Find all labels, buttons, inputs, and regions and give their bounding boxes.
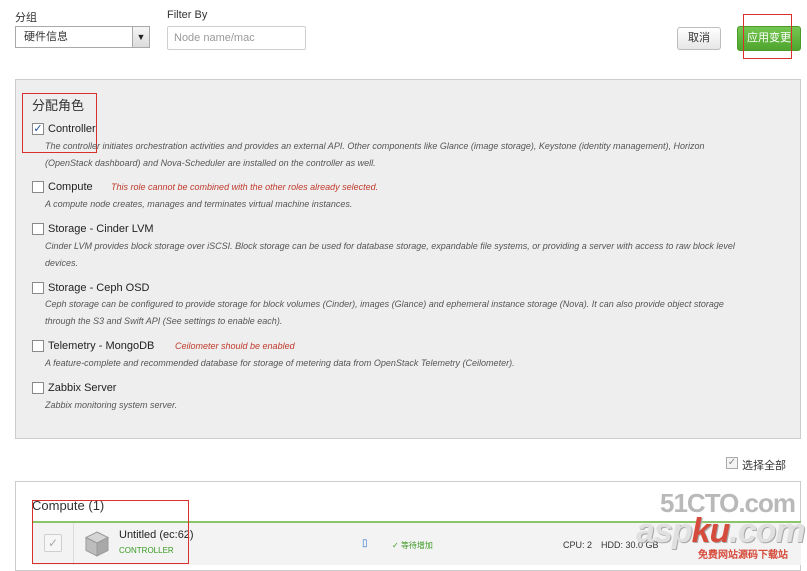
filter-input[interactable] (167, 26, 306, 50)
chevron-down-icon[interactable]: ▼ (132, 27, 149, 47)
group-select-value: 硬件信息 (24, 31, 68, 43)
group-select[interactable]: 硬件信息 ▼ (15, 26, 150, 48)
cancel-button[interactable]: 取消 (677, 27, 721, 50)
watermark-tagline: 免费网站源码下载站 (698, 550, 788, 561)
node-status: ✓ 等待增加 (392, 541, 433, 550)
role-name-controller: Controller (48, 123, 96, 135)
role-warning-telemetry: Ceilometer should be enabled (175, 341, 295, 351)
highlight-box-node (32, 500, 189, 564)
role-checkbox-controller[interactable]: ✓ (32, 123, 44, 135)
node-cpu: CPU: 2 (563, 540, 593, 550)
status-check-icon: ✓ (392, 541, 401, 550)
role-name-telemetry: Telemetry - MongoDB (48, 340, 155, 352)
highlight-box-apply (743, 14, 792, 59)
role-desc-controller: The controller initiates orchestration a… (45, 141, 705, 168)
role-desc-telemetry: A feature-complete and recommended datab… (45, 358, 515, 368)
select-all-label[interactable]: 选择全部 (742, 457, 786, 473)
filter-label: Filter By (167, 9, 208, 21)
role-desc-cinder-lvm: Cinder LVM provides block storage over i… (45, 241, 735, 268)
role-name-compute: Compute (48, 181, 93, 193)
role-checkbox-ceph-osd[interactable] (32, 282, 44, 294)
role-checkbox-compute[interactable] (32, 181, 44, 193)
role-desc-ceph-osd: Ceph storage can be configured to provid… (45, 299, 724, 326)
group-label: 分组 (15, 12, 37, 24)
role-checkbox-cinder-lvm[interactable] (32, 223, 44, 235)
role-warning-compute: This role cannot be combined with the ot… (111, 182, 379, 192)
role-name-cinder-lvm: Storage - Cinder LVM (48, 223, 154, 235)
role-checkbox-zabbix[interactable] (32, 382, 44, 394)
file-icon[interactable]: ▯ (362, 538, 368, 549)
role-desc-compute: A compute node creates, manages and term… (45, 199, 353, 209)
select-all-checkbox[interactable]: ✓ (726, 457, 738, 469)
role-desc-zabbix: Zabbix monitoring system server. (45, 400, 178, 410)
role-name-zabbix: Zabbix Server (48, 382, 117, 394)
role-name-ceph-osd: Storage - Ceph OSD (48, 282, 150, 294)
role-checkbox-telemetry[interactable] (32, 340, 44, 352)
